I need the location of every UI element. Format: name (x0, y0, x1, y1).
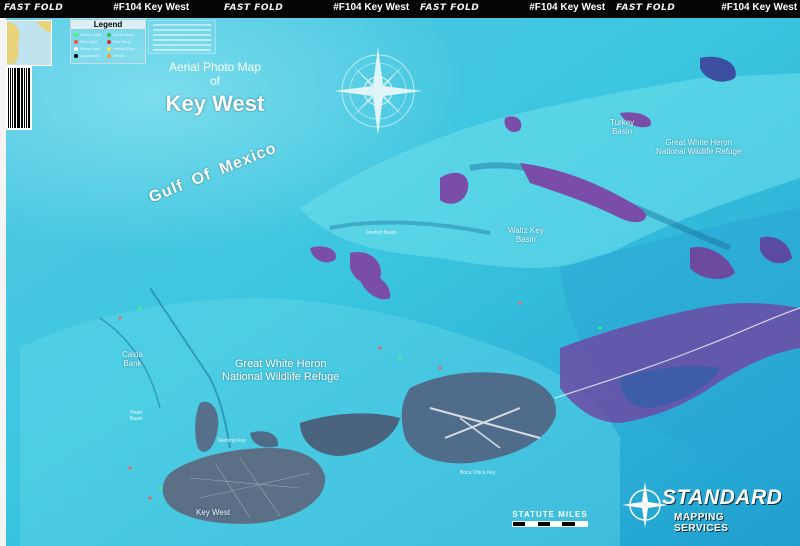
logo-text-mapping: MAPPING SERVICES (674, 512, 729, 534)
subtitle-line: of (209, 74, 220, 88)
turkey-basin-label: Turkey Basin (610, 118, 634, 136)
legend-item-label: Daymarker (80, 53, 100, 58)
pearl-basin-label: Pearl Basin (130, 410, 143, 422)
legend-item: Red Light (74, 38, 107, 45)
legend-item: Red Buoy (107, 38, 140, 45)
gwh-refuge-ne-label: Great White Heron National Wildlife Refu… (656, 138, 741, 156)
legend-item: White Light (74, 45, 107, 52)
calda-bank-label: Calda Bank (122, 350, 143, 368)
waltz-key-basin-label: Waltz Key Basin (508, 226, 544, 244)
map-id-label: #F104 Key West (113, 2, 190, 13)
label-line: Calda (122, 350, 143, 359)
brand-fastfold: FAST FOLD (420, 2, 480, 13)
brand-fastfold: FAST FOLD (224, 2, 284, 13)
label-line: Turkey (610, 118, 635, 127)
brand-fastfold: FAST FOLD (616, 2, 676, 13)
publisher-note (148, 20, 216, 54)
legend-item-label: White Light (80, 46, 101, 51)
scale-bar-graphic (512, 521, 588, 527)
map-id-label: #F104 Key West (721, 2, 798, 13)
barcode (6, 66, 32, 130)
label-line: Great White Heron (234, 358, 327, 370)
label-line: Bank (123, 359, 142, 368)
map-title: Key West (165, 91, 265, 116)
locator-inset (6, 20, 52, 66)
banner-group: FAST FOLD #F104 Key West (4, 2, 189, 13)
map-subtitle: Aerial Photo Map of (120, 60, 310, 88)
legend-item: Green Light (74, 31, 107, 38)
map-id-label: #F104 Key West (333, 2, 410, 13)
logo-text-standard: STANDARD (662, 486, 783, 509)
legend-item: Green Buoy (107, 31, 140, 38)
label-line: Basin (612, 127, 633, 136)
map-id-label: #F104 Key West (529, 2, 606, 13)
label-line: Waltz Key (508, 226, 544, 235)
label-line: National Wildlife Refuge (656, 147, 742, 156)
legend-item: Daymarker (74, 52, 107, 59)
legend-item-label: Wreck (113, 53, 125, 58)
label-line: National Wildlife Refuge (222, 371, 340, 383)
gwh-refuge-label: Great White Heron National Wildlife Refu… (222, 358, 339, 384)
legend-item-label: Red Light (80, 39, 98, 44)
map-sheet: FAST FOLD #F104 Key West FAST FOLD #F104… (0, 0, 800, 546)
scale-title: STATUTE MILES (512, 510, 588, 519)
legend: Legend Green Light Green Buoy Red Light … (70, 18, 146, 64)
banner-group: FAST FOLD #F104 Key West (420, 2, 605, 13)
boca-chica-label: Boca Chica Key (460, 470, 496, 476)
top-banner: FAST FOLD #F104 Key West FAST FOLD #F104… (0, 0, 800, 18)
fleming-key-label: Fleming Key (218, 438, 246, 444)
label-line: Basin (130, 416, 143, 422)
legend-title: Legend (71, 20, 145, 29)
banner-group: FAST FOLD #F104 Key West (616, 2, 797, 13)
legend-item: Yellow Buoy (107, 45, 140, 52)
legend-items: Green Light Green Buoy Red Light Red Buo… (74, 31, 144, 59)
legend-item: Wreck (107, 52, 140, 59)
legend-item-label: Green Buoy (113, 32, 135, 37)
label-line: Great White Heron (665, 138, 733, 147)
legend-item-label: Yellow Buoy (113, 46, 135, 51)
banner-group: FAST FOLD #F104 Key West (224, 2, 409, 13)
legend-item-label: Green Light (80, 32, 101, 37)
label-line: Basin (515, 235, 536, 244)
brand-fastfold: FAST FOLD (4, 2, 64, 13)
scale-bar: STATUTE MILES (512, 510, 588, 527)
legend-item-label: Red Buoy (113, 39, 131, 44)
key-west-label: Key West (196, 508, 231, 517)
subtitle-line: Aerial Photo Map (168, 60, 262, 74)
standard-mapping-logo: STANDARD MAPPING SERVICES (622, 482, 782, 534)
jewfish-basin-label: Jewfish Basin (366, 230, 397, 236)
